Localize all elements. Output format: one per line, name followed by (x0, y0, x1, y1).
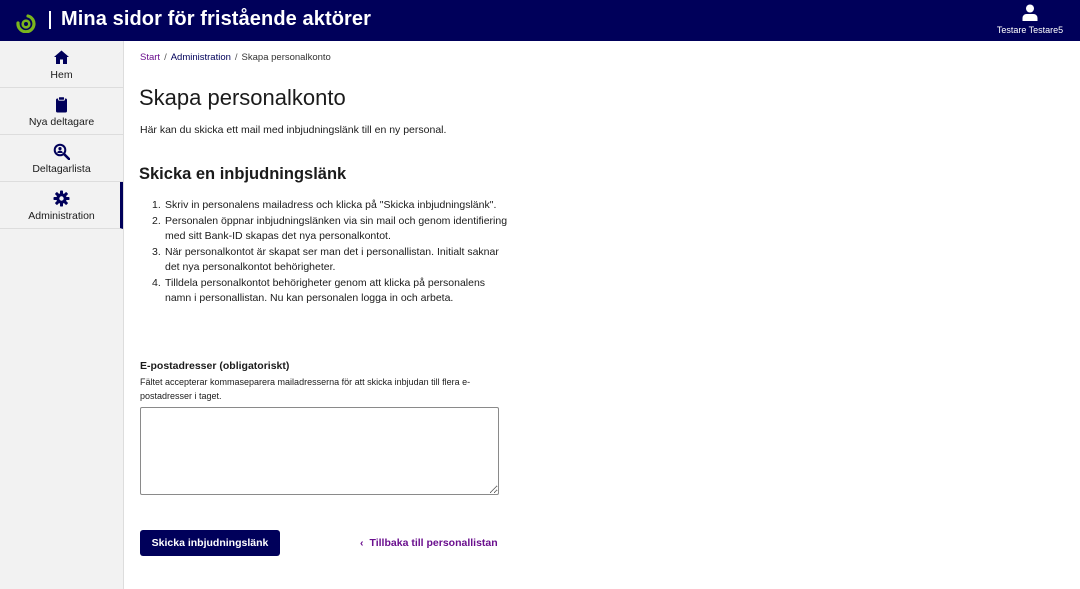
email-field-label: E-postadresser (obligatoriskt) (140, 360, 290, 372)
sidebar-item-label: Hem (50, 69, 73, 81)
sidebar-item-administration[interactable]: Administration (0, 182, 123, 229)
sidebar-item-label: Administration (28, 210, 95, 222)
list-item: 2. Personalen öppnar inbjudningslänken vi… (152, 214, 512, 245)
search-user-icon (53, 143, 70, 160)
email-field-help: Fältet accepterar kommaseparera mailadre… (140, 377, 471, 401)
chevron-left-icon: ‹ (360, 537, 364, 549)
breadcrumb-administration-link[interactable]: Administration (171, 52, 231, 63)
clipboard-icon (56, 96, 67, 113)
home-icon (54, 50, 69, 64)
user-menu[interactable]: Testare Testare5 (980, 0, 1080, 41)
page-title: Skapa personalkonto (139, 85, 346, 110)
sidebar-item-label: Nya deltagare (28, 116, 95, 128)
list-item: 3. När personalkontot är skapat ser man d… (152, 245, 512, 276)
sidebar-item-label: Deltagarlista (32, 163, 91, 175)
gear-icon (53, 190, 70, 207)
step-number: 3. (152, 245, 161, 258)
email-textarea[interactable] (140, 407, 499, 495)
sidebar-item-deltagarlista[interactable]: Deltagarlista (0, 135, 123, 182)
back-to-staff-list-link[interactable]: ‹ Tillbaka till personallistan (360, 537, 498, 549)
user-name: Testare Testare5 (996, 25, 1064, 35)
step-number: 1. (152, 199, 161, 211)
step-number: 2. (152, 214, 161, 227)
breadcrumb: Start / Administration / Skapa personalkonto (140, 52, 331, 63)
step-text: Personalen öppnar inbjudningslänken via … (165, 214, 508, 243)
top-bar: Mina sidor för fristående aktörer Testar… (0, 0, 1080, 41)
step-text: Skriv in personalens mailadress och klic… (165, 199, 497, 211)
app-title[interactable]: Mina sidor för fristående aktörer (61, 8, 371, 31)
list-item: 1. Skriv in personalens mailadress och kl… (152, 198, 512, 214)
send-invitation-button[interactable]: Skicka inbjudningslänk (140, 530, 280, 556)
sidebar-item-nya-deltagare[interactable]: Nya deltagare (0, 88, 123, 135)
user-icon (1022, 4, 1038, 21)
back-link-label: Tillbaka till personallistan (369, 537, 498, 549)
sidebar-nav: Hem Nya deltagare Deltagarlista Administ… (0, 41, 124, 589)
step-text: Tilldela personalkontot behörigheter gen… (165, 276, 486, 305)
logo-separator (49, 11, 51, 29)
step-number: 4. (152, 276, 161, 289)
list-item: 4. Tilldela personalkontot behörigheter g… (152, 276, 512, 307)
intro-text: Här kan du skicka ett mail med inbjudnin… (140, 124, 447, 136)
section-title: Skicka en inbjudningslänk (139, 165, 347, 183)
step-text: När personalkontot är skapat ser man det… (165, 245, 499, 274)
logo-icon[interactable] (14, 9, 40, 33)
sidebar-item-hem[interactable]: Hem (0, 41, 123, 88)
breadcrumb-separator: / (234, 52, 238, 63)
breadcrumb-start-link[interactable]: Start (140, 52, 160, 63)
instruction-list: 1. Skriv in personalens mailadress och kl… (152, 198, 512, 307)
breadcrumb-current: Skapa personalkonto (241, 52, 331, 63)
breadcrumb-separator: / (164, 52, 167, 63)
